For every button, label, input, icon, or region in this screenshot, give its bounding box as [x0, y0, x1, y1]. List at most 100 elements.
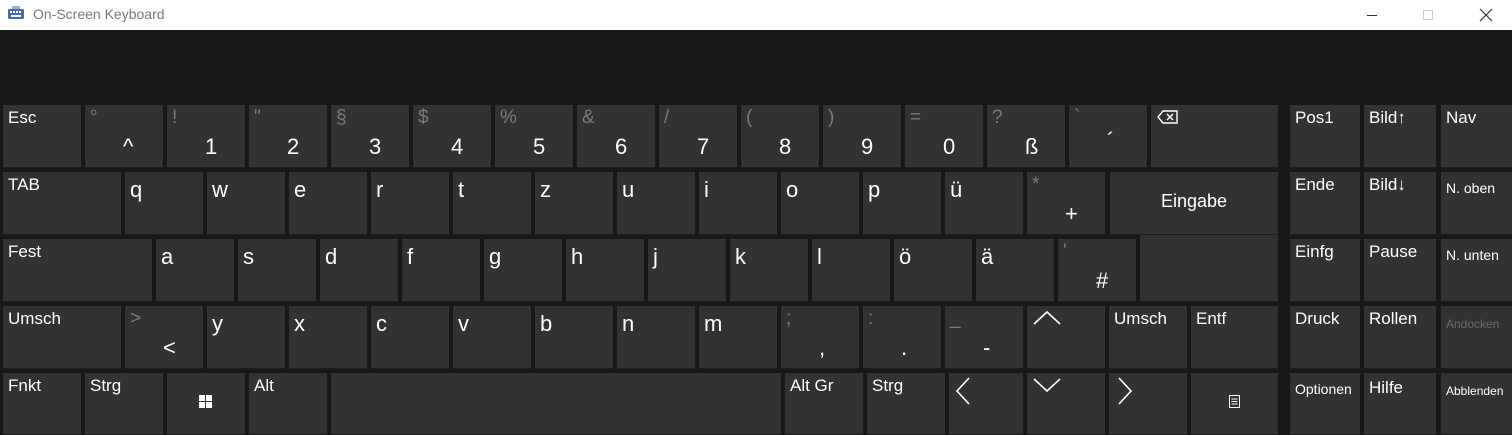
key-plus[interactable]: * + [1027, 172, 1105, 235]
key-5[interactable]: % 5 [495, 105, 573, 168]
key-arrow-right[interactable] [1109, 373, 1187, 435]
key-label: f [407, 244, 414, 269]
key-fn[interactable]: Fnkt [3, 373, 81, 435]
key-v[interactable]: v [453, 306, 531, 369]
key-shift-right[interactable]: Umsch [1109, 306, 1187, 369]
key-h[interactable]: h [566, 239, 644, 302]
key-u-umlaut[interactable]: ü [945, 172, 1023, 235]
key-9[interactable]: ) 9 [823, 105, 901, 168]
key-nav[interactable]: Nav [1441, 105, 1512, 168]
key-6[interactable]: & 6 [577, 105, 655, 168]
key-ctrl-right[interactable]: Strg [867, 373, 945, 435]
key-label: m [704, 311, 723, 336]
key-3[interactable]: § 3 [331, 105, 409, 168]
key-8[interactable]: (8 [741, 105, 819, 168]
key-label: Rollen [1369, 309, 1418, 328]
key-shift-label: § [336, 107, 347, 128]
key-7[interactable]: /7 [659, 105, 737, 168]
key-tab[interactable]: TAB [3, 172, 121, 235]
key-4[interactable]: $4 [413, 105, 491, 168]
key-label: ß [1025, 134, 1039, 159]
key-enter[interactable]: Eingabe [1110, 172, 1278, 235]
key-r[interactable]: r [371, 172, 449, 235]
key-eszett[interactable]: ? ß [987, 105, 1065, 168]
key-end[interactable]: Ende [1290, 172, 1360, 235]
key-g[interactable]: g [484, 239, 562, 302]
key-help[interactable]: Hilfe [1364, 373, 1436, 435]
key-arrow-up[interactable] [1027, 306, 1105, 369]
key-l[interactable]: l [812, 239, 890, 302]
key-label: Entf [1196, 309, 1227, 328]
key-esc[interactable]: Esc [3, 105, 81, 168]
key-alt[interactable]: Alt [249, 373, 327, 435]
key-a[interactable]: a [156, 239, 234, 302]
key-move-down[interactable]: N. unten [1441, 239, 1512, 302]
key-circumflex[interactable]: ° ^ [85, 105, 163, 168]
key-insert[interactable]: Einfg [1290, 239, 1360, 302]
key-j[interactable]: j [648, 239, 726, 302]
key-2[interactable]: " 2 [249, 105, 327, 168]
key-0[interactable]: = 0 [905, 105, 983, 168]
key-page-down[interactable]: Bild↓ [1364, 172, 1436, 235]
key-minus[interactable]: _ - [945, 306, 1023, 369]
chevron-up-icon [1033, 310, 1061, 325]
key-label: u [622, 177, 635, 202]
key-u[interactable]: u [617, 172, 695, 235]
key-w[interactable]: w [207, 172, 285, 235]
key-y[interactable]: y [207, 306, 285, 369]
key-q[interactable]: q [125, 172, 203, 235]
key-scroll-lock[interactable]: Rollen [1364, 306, 1436, 369]
key-i[interactable]: i [699, 172, 777, 235]
key-menu[interactable] [1191, 373, 1278, 435]
key-o[interactable]: o [781, 172, 859, 235]
key-page-up[interactable]: Bild↑ [1364, 105, 1436, 168]
key-o-umlaut[interactable]: ö [894, 239, 972, 302]
key-label: e [294, 177, 307, 202]
key-b[interactable]: b [535, 306, 613, 369]
key-arrow-left[interactable] [949, 373, 1023, 435]
key-arrow-down[interactable] [1027, 373, 1105, 435]
key-label: y [212, 311, 223, 336]
key-x[interactable]: x [289, 306, 367, 369]
key-shift-label: ! [172, 107, 178, 128]
key-enter-lower[interactable] [1140, 235, 1278, 302]
key-fade[interactable]: Abblenden [1441, 373, 1512, 435]
key-t[interactable]: t [453, 172, 531, 235]
key-label: , [819, 335, 826, 360]
key-z[interactable]: z [535, 172, 613, 235]
key-hash[interactable]: ' # [1058, 239, 1136, 302]
key-windows[interactable] [167, 373, 245, 435]
key-n[interactable]: n [617, 306, 695, 369]
key-f[interactable]: f [402, 239, 480, 302]
key-alt-gr[interactable]: Alt Gr [785, 373, 863, 435]
key-d[interactable]: d [320, 239, 398, 302]
key-comma[interactable]: ;, [781, 306, 859, 369]
key-period[interactable]: :. [863, 306, 941, 369]
key-home[interactable]: Pos1 [1290, 105, 1360, 168]
key-options[interactable]: Optionen [1290, 373, 1360, 435]
key-label: 4 [451, 134, 464, 159]
key-label: ´ [1107, 128, 1115, 153]
key-label: 6 [615, 134, 628, 159]
key-acute[interactable]: ` ´ [1069, 105, 1147, 168]
key-p[interactable]: p [863, 172, 941, 235]
key-less-than[interactable]: > < [125, 306, 203, 369]
key-move-up[interactable]: N. oben [1441, 172, 1512, 235]
key-space[interactable] [331, 373, 781, 435]
key-pause[interactable]: Pause [1364, 239, 1436, 302]
minimize-button[interactable] [1349, 0, 1395, 30]
key-a-umlaut[interactable]: ä [976, 239, 1054, 302]
key-s[interactable]: s [238, 239, 316, 302]
key-backspace[interactable] [1151, 105, 1278, 168]
key-shift-left[interactable]: Umsch [3, 306, 121, 369]
key-caps-lock[interactable]: Fest [3, 239, 152, 302]
key-ctrl-left[interactable]: Strg [85, 373, 163, 435]
key-c[interactable]: c [371, 306, 449, 369]
key-k[interactable]: k [730, 239, 808, 302]
key-e[interactable]: e [289, 172, 367, 235]
key-delete[interactable]: Entf [1191, 306, 1278, 369]
key-print-screen[interactable]: Druck [1290, 306, 1360, 369]
close-button[interactable] [1463, 0, 1509, 30]
key-1[interactable]: ! 1 [167, 105, 245, 168]
key-m[interactable]: m [699, 306, 777, 369]
